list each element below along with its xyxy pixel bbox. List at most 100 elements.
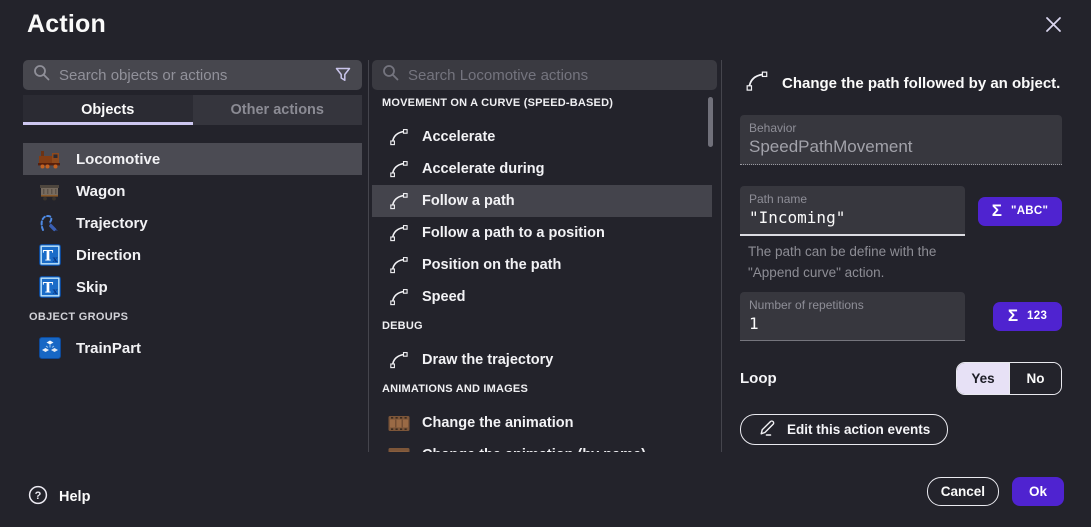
page-title: Action xyxy=(27,10,106,39)
objects-panel: Objects Other actions Lo xyxy=(23,60,362,364)
object-item-direction[interactable]: T x Direction xyxy=(23,239,362,271)
object-item-locomotive[interactable]: Locomotive xyxy=(23,143,362,175)
filter-button[interactable] xyxy=(334,65,352,86)
edit-action-events-button[interactable]: Edit this action events xyxy=(740,414,948,445)
curve-path-icon xyxy=(745,69,769,98)
action-item-speed[interactable]: Speed xyxy=(372,281,712,313)
search-icon xyxy=(33,64,50,86)
action-label: Position on the path xyxy=(422,257,561,273)
helper-line-2: "Append curve" action. xyxy=(748,265,884,280)
action-item-follow-a-path[interactable]: Follow a path xyxy=(372,185,712,217)
action-label: Accelerate xyxy=(422,129,495,145)
section-title-debug: DEBUG xyxy=(372,320,717,334)
action-item-follow-a-path-to-a-position[interactable]: Follow a path to a position xyxy=(372,217,712,249)
objects-search xyxy=(23,60,362,90)
locomotive-icon xyxy=(38,150,62,169)
ok-button[interactable]: Ok xyxy=(1012,477,1064,506)
sigma-icon: Σ xyxy=(992,201,1002,221)
pencil-icon xyxy=(758,418,777,440)
text-object-icon: T x xyxy=(38,276,62,298)
close-icon xyxy=(1044,15,1063,37)
loop-yes-button[interactable]: Yes xyxy=(957,363,1009,394)
curve-path-icon xyxy=(388,255,410,275)
action-item-change-the-animation-by-name[interactable]: Change the animation (by name) xyxy=(372,439,712,452)
text-object-icon: T x xyxy=(38,244,62,266)
abc-label: "ABC" xyxy=(1011,205,1048,217)
action-dialog: Action Objects Other actions xyxy=(0,0,1091,527)
path-name-field[interactable]: Path name xyxy=(740,186,965,236)
action-label: Follow a path to a position xyxy=(422,225,605,241)
group-item-trainpart[interactable]: TrainPart xyxy=(23,332,362,364)
action-item-accelerate-during[interactable]: Accelerate during xyxy=(372,153,712,185)
actions-search-input[interactable] xyxy=(408,67,707,84)
film-strip-icon xyxy=(388,447,410,453)
object-label: Locomotive xyxy=(76,151,160,168)
object-label: Skip xyxy=(76,279,108,296)
action-label: Speed xyxy=(422,289,466,305)
behavior-field-label: Behavior xyxy=(749,121,1052,135)
object-item-wagon[interactable]: Wagon xyxy=(23,175,362,207)
actions-search xyxy=(372,60,717,90)
curve-path-icon xyxy=(388,223,410,243)
action-label: Change the animation xyxy=(422,415,573,431)
loop-no-button[interactable]: No xyxy=(1009,363,1061,394)
curve-path-icon xyxy=(388,287,410,307)
action-label: Change the animation (by name) xyxy=(422,447,646,452)
helper-line-1: The path can be define with the xyxy=(748,244,936,259)
help-label: Help xyxy=(59,489,90,505)
tab-other-actions[interactable]: Other actions xyxy=(193,95,363,125)
behavior-field: Behavior xyxy=(740,115,1062,165)
action-label: Accelerate during xyxy=(422,161,545,177)
repetitions-field-label: Number of repetitions xyxy=(749,298,955,312)
action-item-draw-the-trajectory[interactable]: Draw the trajectory xyxy=(372,344,712,376)
edit-events-label: Edit this action events xyxy=(787,422,930,437)
num-label: 123 xyxy=(1027,310,1047,322)
objects-list: Locomotive Wagon xyxy=(23,143,362,364)
loop-row: Loop Yes No xyxy=(740,362,1062,395)
object-label: Wagon xyxy=(76,183,125,200)
close-button[interactable] xyxy=(1041,14,1065,38)
objects-tabs: Objects Other actions xyxy=(23,95,362,125)
divider-left-middle xyxy=(368,60,369,452)
path-name-field-label: Path name xyxy=(749,192,955,206)
scrollbar-thumb[interactable] xyxy=(708,97,713,147)
section-title-movement: MOVEMENT ON A CURVE (SPEED-BASED) xyxy=(372,97,717,111)
wagon-icon xyxy=(38,182,62,201)
help-button[interactable]: ? Help xyxy=(28,485,90,509)
film-strip-icon xyxy=(388,415,410,432)
string-expression-button[interactable]: Σ "ABC" xyxy=(978,197,1062,226)
tab-objects[interactable]: Objects xyxy=(23,95,193,125)
svg-text:?: ? xyxy=(35,490,42,502)
cancel-button[interactable]: Cancel xyxy=(927,477,999,506)
repetitions-field[interactable]: Number of repetitions xyxy=(740,292,965,341)
loop-toggle: Yes No xyxy=(956,362,1062,395)
search-icon xyxy=(382,64,399,86)
object-group-icon xyxy=(38,337,62,359)
object-label: Trajectory xyxy=(76,215,148,232)
action-config-panel: Change the path followed by an object. B… xyxy=(740,60,1062,445)
objects-search-input[interactable] xyxy=(59,67,325,84)
curve-path-icon xyxy=(388,350,410,370)
section-title-animations: ANIMATIONS AND IMAGES xyxy=(372,383,717,397)
object-item-trajectory[interactable]: Trajectory xyxy=(23,207,362,239)
path-name-input[interactable] xyxy=(749,208,955,227)
curve-path-icon xyxy=(388,191,410,211)
action-label: Draw the trajectory xyxy=(422,352,553,368)
behavior-field-value xyxy=(749,137,1052,157)
actions-panel: MOVEMENT ON A CURVE (SPEED-BASED) Accele… xyxy=(372,60,717,452)
object-item-skip[interactable]: T x Skip xyxy=(23,271,362,303)
repetitions-input[interactable] xyxy=(749,314,955,333)
loop-label: Loop xyxy=(740,370,777,387)
object-groups-header: OBJECT GROUPS xyxy=(23,311,362,324)
object-label: Direction xyxy=(76,247,141,264)
path-helper-text: The path can be define with the "Append … xyxy=(740,242,990,284)
action-item-change-the-animation[interactable]: Change the animation xyxy=(372,407,712,439)
action-item-accelerate[interactable]: Accelerate xyxy=(372,121,712,153)
action-description: Change the path followed by an object. xyxy=(782,75,1060,92)
action-description-row: Change the path followed by an object. xyxy=(740,68,1062,98)
number-expression-button[interactable]: Σ 123 xyxy=(993,302,1062,331)
curve-path-icon xyxy=(388,127,410,147)
action-label: Follow a path xyxy=(422,193,515,209)
action-item-position-on-the-path[interactable]: Position on the path xyxy=(372,249,712,281)
repetitions-row: Number of repetitions Σ 123 xyxy=(740,292,1062,341)
